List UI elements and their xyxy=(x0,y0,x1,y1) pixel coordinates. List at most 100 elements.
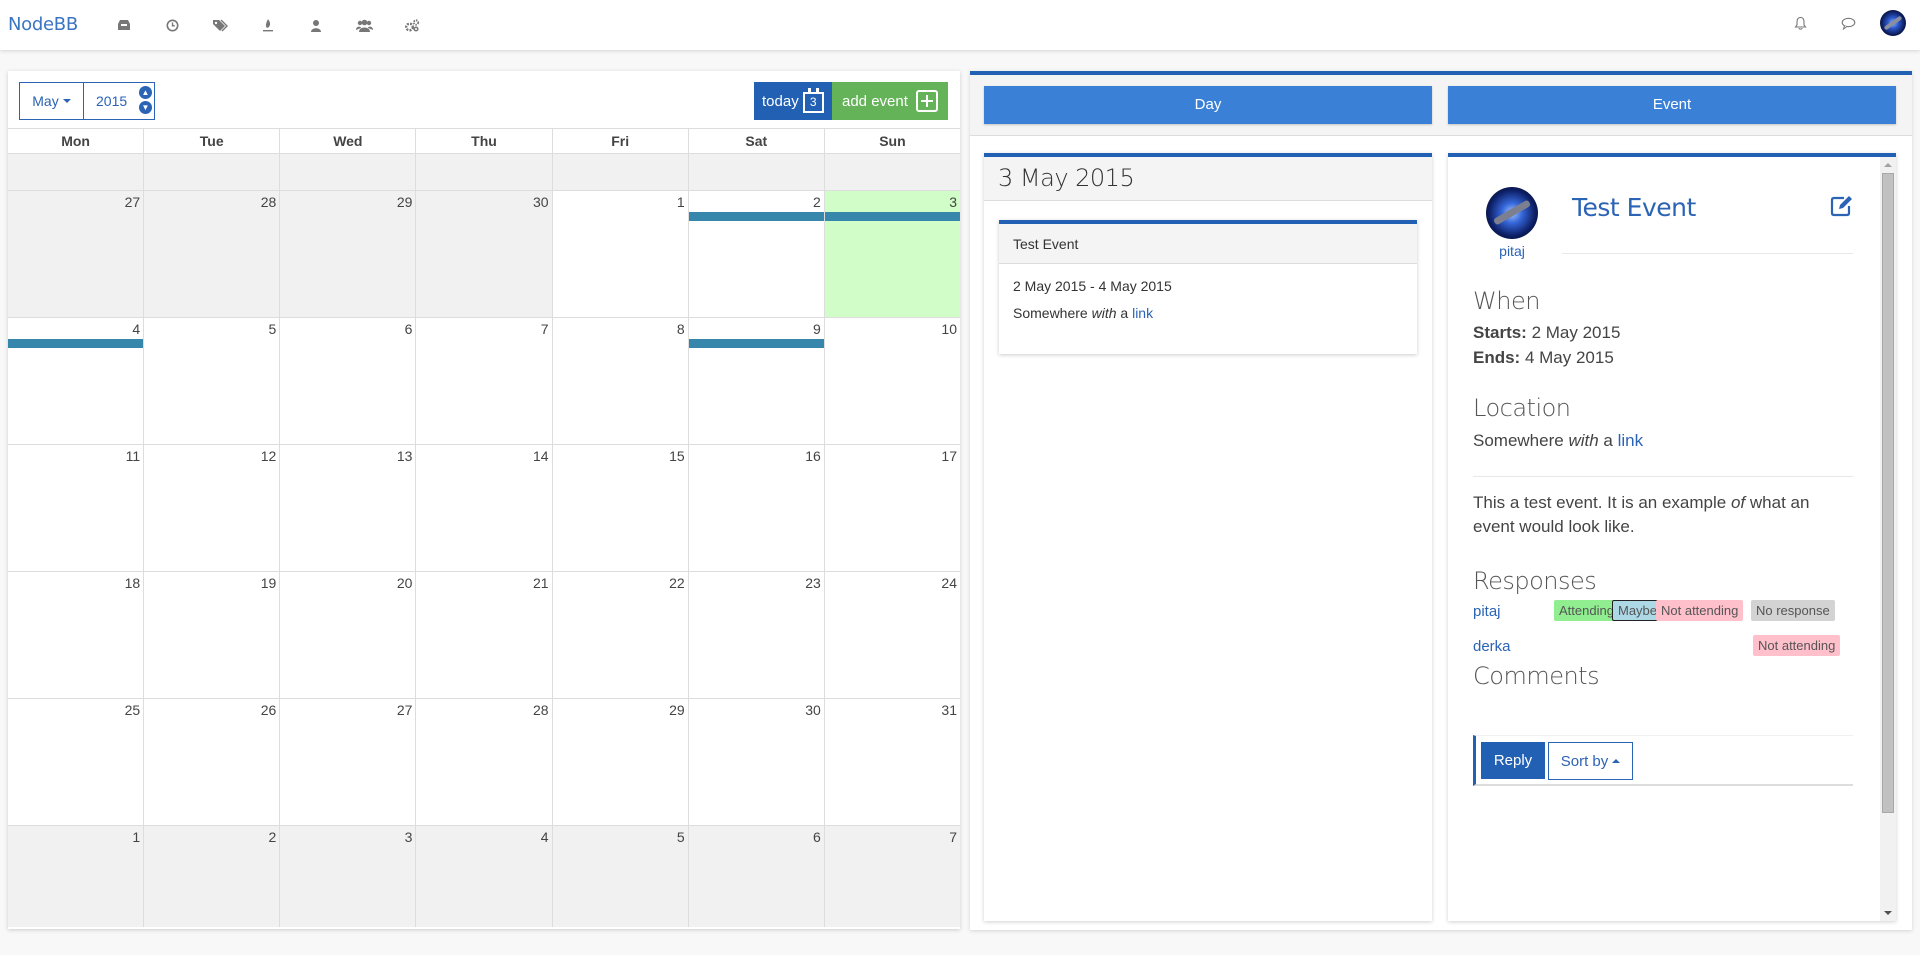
tab-day[interactable]: Day xyxy=(984,86,1432,124)
clock-icon[interactable] xyxy=(148,14,196,36)
event-card[interactable]: Test Event 2 May 2015 - 4 May 2015 Somew… xyxy=(999,220,1417,354)
calendar-day[interactable]: 2 xyxy=(144,826,281,927)
calendar-day[interactable]: 30 xyxy=(416,191,553,317)
no-response-badge[interactable]: No response xyxy=(1751,600,1835,621)
day-number: 25 xyxy=(124,702,141,718)
location-link[interactable]: link xyxy=(1618,431,1644,450)
day-number: 7 xyxy=(540,321,549,337)
calendar-day[interactable]: 17 xyxy=(825,445,960,571)
calendar-day[interactable]: 11 xyxy=(8,445,145,571)
day-number: 30 xyxy=(532,194,549,210)
response-user-derka[interactable]: derka xyxy=(1473,638,1511,655)
user-icon[interactable] xyxy=(292,14,340,36)
chevron-down-icon[interactable]: ▼ xyxy=(139,101,152,114)
calendar-day[interactable]: 5 xyxy=(144,318,281,444)
calendar-day[interactable]: 25 xyxy=(8,699,145,825)
calendar-day[interactable]: 27 xyxy=(280,699,417,825)
location-text: Somewhere xyxy=(1473,431,1569,450)
event-bar[interactable] xyxy=(8,339,144,348)
calendar-day[interactable]: 23 xyxy=(689,572,825,698)
event-card-location: Somewhere with a link xyxy=(1013,305,1403,321)
tags-icon[interactable] xyxy=(196,14,244,36)
inbox-icon[interactable] xyxy=(100,14,148,36)
users-icon[interactable] xyxy=(340,14,388,36)
calendar-day[interactable]: 16 xyxy=(689,445,825,571)
calendar-day[interactable]: 21 xyxy=(416,572,553,698)
event-bar[interactable] xyxy=(688,339,824,348)
calendar-day[interactable]: 14 xyxy=(416,445,553,571)
event-bar[interactable] xyxy=(688,212,824,221)
calendar-day[interactable]: 29 xyxy=(280,191,417,317)
edit-icon[interactable] xyxy=(1830,195,1854,217)
calendar-day[interactable]: 4 xyxy=(8,318,145,444)
author-name[interactable]: pitaj xyxy=(1486,243,1538,259)
event-card-title[interactable]: Test Event xyxy=(999,224,1417,264)
day-number: 11 xyxy=(125,448,141,464)
calendar-day-today[interactable]: 3 xyxy=(824,191,960,317)
calendar-day[interactable]: 10 xyxy=(825,318,960,444)
sort-by-button[interactable]: Sort by xyxy=(1548,742,1633,780)
add-event-label: add event xyxy=(842,92,908,110)
calendar-day[interactable]: 24 xyxy=(825,572,960,698)
calendar-day[interactable]: 2 xyxy=(688,191,825,317)
fire-icon[interactable] xyxy=(244,14,292,36)
calendar-day[interactable]: 7 xyxy=(416,318,553,444)
day-view: 3 May 2015 Test Event 2 May 2015 - 4 May… xyxy=(984,153,1432,921)
calendar-day[interactable]: 18 xyxy=(8,572,145,698)
calendar-day[interactable]: 28 xyxy=(416,699,553,825)
calendar-day[interactable]: 6 xyxy=(688,826,825,927)
location-link[interactable]: link xyxy=(1132,305,1153,321)
user-avatar[interactable] xyxy=(1880,10,1906,36)
day-number: 3 xyxy=(949,194,957,210)
calendar-day[interactable]: 3 xyxy=(280,826,417,927)
year-input[interactable]: 2015 ▲ ▼ xyxy=(84,83,154,119)
calendar-day[interactable]: 27 xyxy=(8,191,145,317)
calendar-day[interactable]: 13 xyxy=(280,445,417,571)
response-user-pitaj[interactable]: pitaj xyxy=(1473,603,1501,620)
calendar-day[interactable]: 1 xyxy=(553,191,689,317)
calendar-day[interactable]: 6 xyxy=(280,318,417,444)
calendar-day[interactable]: 20 xyxy=(280,572,417,698)
event-bar[interactable] xyxy=(824,212,960,221)
year-spinner: ▲ ▼ xyxy=(139,86,152,114)
calendar-week-row: 11 12 13 14 15 16 17 xyxy=(8,445,960,572)
calendar-week-row: 27 28 29 30 1 2 3 xyxy=(8,191,960,318)
calendar-day[interactable]: 1 xyxy=(8,826,145,927)
today-button[interactable]: today 3 xyxy=(754,82,832,120)
calendar-day[interactable]: 4 xyxy=(416,826,553,927)
calendar-day[interactable]: 29 xyxy=(553,699,689,825)
description-emphasis: of xyxy=(1730,493,1746,512)
calendar-day[interactable]: 28 xyxy=(144,191,281,317)
calendar-day[interactable]: 26 xyxy=(144,699,281,825)
author-avatar[interactable] xyxy=(1486,187,1538,239)
calendar-day[interactable]: 7 xyxy=(824,826,960,927)
day-number: 16 xyxy=(805,448,821,464)
scroll-up-arrow-icon[interactable] xyxy=(1884,163,1892,167)
not-attending-badge[interactable]: Not attending xyxy=(1656,600,1744,621)
chat-icon[interactable] xyxy=(1824,12,1872,34)
calendar-day[interactable]: 9 xyxy=(688,318,825,444)
tab-event[interactable]: Event xyxy=(1448,86,1896,124)
calendar-day[interactable]: 12 xyxy=(144,445,281,571)
calendar-day[interactable]: 22 xyxy=(553,572,689,698)
calendar-day[interactable]: 5 xyxy=(552,826,689,927)
calendar-day[interactable]: 15 xyxy=(553,445,689,571)
event-scrollbar[interactable] xyxy=(1880,157,1896,921)
calendar-grid: Mon Tue Wed Thu Fri Sat Sun 27 28 29 30 1 2 3 4… xyxy=(8,129,960,927)
cogs-icon[interactable] xyxy=(388,14,436,36)
add-event-button[interactable]: add event xyxy=(832,82,948,120)
bell-icon[interactable] xyxy=(1776,12,1824,34)
attending-badge[interactable]: Attending xyxy=(1554,600,1619,621)
month-dropdown[interactable]: May xyxy=(20,83,84,119)
chevron-up-icon[interactable]: ▲ xyxy=(139,86,152,99)
reply-button[interactable]: Reply xyxy=(1481,742,1545,779)
calendar-day[interactable]: 30 xyxy=(689,699,825,825)
brand-logo[interactable]: NodeBB xyxy=(8,14,78,35)
scroll-down-arrow-icon[interactable] xyxy=(1884,911,1892,915)
calendar-day[interactable]: 8 xyxy=(553,318,689,444)
scrollbar-thumb[interactable] xyxy=(1882,173,1894,813)
calendar-day[interactable]: 19 xyxy=(144,572,281,698)
calendar-day[interactable]: 31 xyxy=(825,699,960,825)
day-number: 28 xyxy=(532,702,549,718)
location-emphasis: with xyxy=(1568,431,1599,450)
